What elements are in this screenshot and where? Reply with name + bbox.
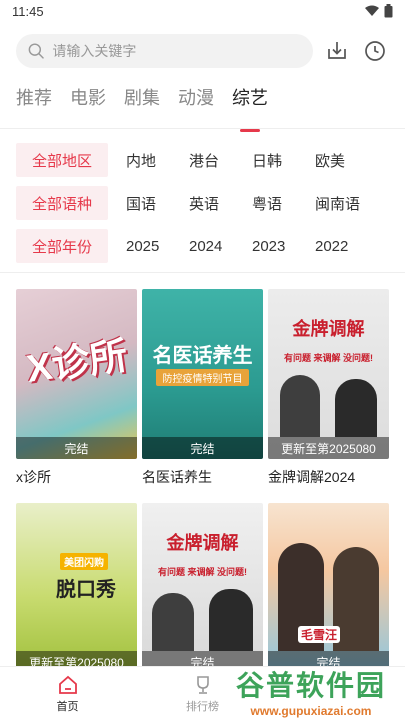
filter-option[interactable]: 2022 [315,238,360,255]
filter-chip-year[interactable]: 全部年份 [16,229,108,263]
tab-variety[interactable]: 综艺 [232,84,268,122]
filter-option[interactable]: 国语 [126,193,171,214]
filter-row-year: 全部年份 2025 2024 2023 2022 [16,229,389,263]
poster-subtitle: 有问题 来调解 没问题! [284,353,373,363]
poster-figure [335,379,377,437]
filter-option[interactable]: 内地 [126,150,171,171]
filter-option[interactable]: 欧美 [315,150,360,171]
tab-recommend[interactable]: 推荐 [16,84,52,122]
poster-title-art: 毛雪汪 [298,626,341,643]
content-card[interactable]: 金牌调解 有问题 来调解 没问题! 更新至第2025080 金牌调解2024 [268,289,389,487]
content-card[interactable]: X诊所 完结 x诊所 [16,289,137,487]
poster-image: 金牌调解 有问题 来调解 没问题! 完结 [142,503,263,673]
poster-title-art: X诊所 [24,335,131,391]
poster-subtitle: 美团闪购 [60,553,108,570]
poster-subtitle: 有问题 来调解 没问题! [158,567,247,577]
poster-title-art: 名医话养生 [152,345,253,367]
watermark-url: www.gupuxiazai.com [250,704,372,718]
watermark: 谷普软件园 www.gupuxiazai.com [221,666,401,718]
poster-image: 名医话养生 防控疫情特别节目 完结 [142,289,263,459]
poster-figure [209,589,253,651]
history-button[interactable] [361,37,389,65]
nav-home[interactable]: 首页 [0,667,135,720]
search-row [0,22,405,72]
poster-title-art: 脱口秀 [56,579,116,601]
clock-icon [365,41,385,61]
tab-movie[interactable]: 电影 [70,84,106,122]
filter-option[interactable]: 2023 [252,238,297,255]
download-button[interactable] [323,37,351,65]
poster-title-art: 金牌调解 [166,533,239,553]
poster-image: X诊所 完结 [16,289,137,459]
wifi-icon [365,5,379,16]
watermark-title: 谷普软件园 [235,670,386,701]
category-tabs: 推荐 电影 剧集 动漫 综艺 [0,72,405,122]
filter-option[interactable]: 闽南语 [315,193,360,214]
search-box[interactable] [16,34,313,68]
filter-option[interactable]: 港台 [189,150,234,171]
home-icon [58,675,77,694]
filter-option[interactable]: 英语 [189,193,234,214]
tab-anime[interactable]: 动漫 [178,84,214,122]
search-icon [28,43,44,59]
filter-option[interactable]: 粤语 [252,193,297,214]
content-card[interactable]: 金牌调解 有问题 来调解 没问题! 完结 [142,503,263,681]
content-card[interactable]: 毛雪汪 完结 [268,503,389,681]
poster-title-art: 金牌调解 [292,319,365,339]
status-label: 完结 [142,437,263,459]
poster-figure [152,593,194,651]
status-label: 更新至第2025080 [268,437,389,459]
poster-image: 金牌调解 有问题 来调解 没问题! 更新至第2025080 [268,289,389,459]
poster-subtitle: 防控疫情特别节目 [156,369,249,386]
card-title: x诊所 [16,469,51,485]
filter-row-language: 全部语种 国语 英语 粤语 闽南语 [16,186,389,220]
card-title: 名医话养生 [142,469,212,485]
filter-option[interactable]: 2024 [189,238,234,255]
content-grid: X诊所 完结 x诊所 名医话养生 防控疫情特别节目 完结 名医话养生 金牌调解 … [0,273,405,681]
status-time: 11:45 [12,3,44,19]
filter-option[interactable]: 2025 [126,238,171,255]
battery-icon [384,4,393,18]
tab-series[interactable]: 剧集 [124,84,160,122]
search-input[interactable] [52,43,301,59]
filter-chip-region[interactable]: 全部地区 [16,143,108,177]
filter-panel: 全部地区 内地 港台 日韩 欧美 全部语种 国语 英语 粤语 闽南语 全部年份 … [0,129,405,263]
status-bar: 11:45 [0,0,405,22]
poster-figure [280,375,320,437]
filter-chip-language[interactable]: 全部语种 [16,186,108,220]
filter-option[interactable]: 日韩 [252,150,297,171]
filter-row-region: 全部地区 内地 港台 日韩 欧美 [16,143,389,177]
system-icons [365,4,393,18]
status-label: 完结 [16,437,137,459]
card-title: 金牌调解2024 [268,469,356,485]
poster-image: 美团闪购 脱口秀 更新至第2025080 [16,503,137,673]
trophy-icon [196,675,209,694]
nav-ranking-label: 排行榜 [186,700,219,713]
content-card[interactable]: 名医话养生 防控疫情特别节目 完结 名医话养生 [142,289,263,487]
content-card[interactable]: 美团闪购 脱口秀 更新至第2025080 [16,503,137,681]
download-icon [328,42,346,59]
nav-home-label: 首页 [56,700,79,713]
poster-image: 毛雪汪 完结 [268,503,389,673]
